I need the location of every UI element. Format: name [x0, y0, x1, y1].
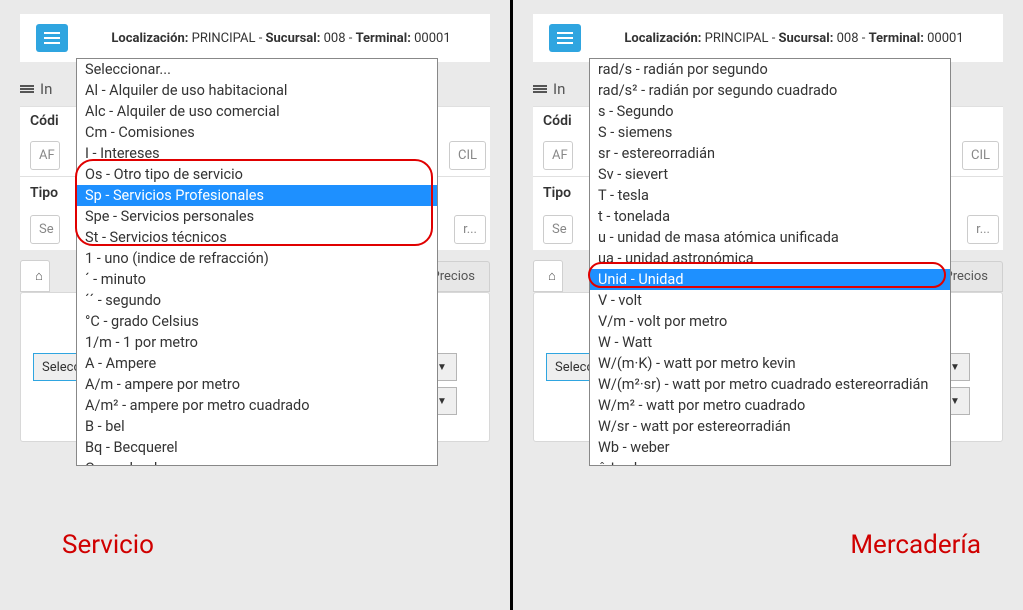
dropdown-option[interactable]: s - Segundo	[590, 101, 950, 122]
dropdown-option[interactable]: Bq - Becquerel	[77, 437, 437, 458]
header-text: Localización: PRINCIPAL - Sucursal: 008 …	[88, 31, 474, 46]
dropdown-option[interactable]: 1 - uno (indice de refracción)	[77, 248, 437, 269]
dropdown-option[interactable]: Spe - Servicios personales	[77, 206, 437, 227]
dropdown-option[interactable]: Alc - Alquiler de uso comercial	[77, 101, 437, 122]
cil-field[interactable]: CIL	[962, 141, 999, 170]
dropdown-option[interactable]: Sv - sievert	[590, 164, 950, 185]
dropdown-option[interactable]: Unid - Unidad	[590, 269, 950, 290]
annotation-right: Mercadería	[850, 530, 981, 560]
dropdown-option[interactable]: u - unidad de masa atómica unificada	[590, 227, 950, 248]
dropdown-panel-left: Seleccionar...Al - Alquiler de uso habit…	[76, 58, 438, 466]
r-select[interactable]: r...	[454, 215, 486, 244]
dropdown-option[interactable]: Os - Otro tipo de servicio	[77, 164, 437, 185]
dropdown-list-left[interactable]: Seleccionar...Al - Alquiler de uso habit…	[77, 59, 437, 465]
dropdown-option[interactable]: T - tesla	[590, 185, 950, 206]
af-input[interactable]: AF	[30, 141, 60, 170]
tipo-label: Tipo	[30, 185, 58, 201]
header-text: Localización: PRINCIPAL - Sucursal: 008 …	[601, 31, 987, 46]
dropdown-option[interactable]: ua - unidad astronómica	[590, 248, 950, 269]
dropdown-option[interactable]: V - volt	[590, 290, 950, 311]
dropdown-option[interactable]: Sp - Servicios Profesionales	[77, 185, 437, 206]
tipo-label: Tipo	[543, 185, 571, 201]
dropdown-panel-right: rad/s - radián por segundorad/s² - radiá…	[589, 58, 951, 466]
dropdown-option[interactable]: I - Intereses	[77, 143, 437, 164]
menu-button[interactable]	[36, 24, 68, 52]
dropdown-option[interactable]: Seleccionar...	[77, 59, 437, 80]
annotation-left: Servicio	[62, 530, 154, 560]
menu-button[interactable]	[549, 24, 581, 52]
dropdown-option[interactable]: °C - grado Celsius	[77, 311, 437, 332]
dropdown-option[interactable]: â„¦ - ohm	[590, 458, 950, 465]
dropdown-option[interactable]: W/sr - watt por estereorradián	[590, 416, 950, 437]
se-select[interactable]: Se	[543, 215, 573, 244]
dropdown-option[interactable]: C - coulomb	[77, 458, 437, 465]
list-icon	[533, 84, 547, 94]
codigo-label: Códi	[543, 113, 572, 129]
dropdown-option[interactable]: ´ - minuto	[77, 269, 437, 290]
dropdown-option[interactable]: sr - estereorradián	[590, 143, 950, 164]
dropdown-option[interactable]: A/m - ampere por metro	[77, 374, 437, 395]
dropdown-option[interactable]: W - Watt	[590, 332, 950, 353]
tab-home[interactable]: ⌂	[20, 260, 50, 292]
dropdown-list-right[interactable]: rad/s - radián por segundorad/s² - radiá…	[590, 59, 950, 465]
dropdown-option[interactable]: A/m² - ampere por metro cuadrado	[77, 395, 437, 416]
dropdown-option[interactable]: 1/m - 1 por metro	[77, 332, 437, 353]
dropdown-option[interactable]: S - siemens	[590, 122, 950, 143]
dropdown-option[interactable]: rad/s² - radián por segundo cuadrado	[590, 80, 950, 101]
dropdown-option[interactable]: V/m - volt por metro	[590, 311, 950, 332]
dropdown-option[interactable]: ´´ - segundo	[77, 290, 437, 311]
se-select[interactable]: Se	[30, 215, 60, 244]
dropdown-option[interactable]: St - Servicios técnicos	[77, 227, 437, 248]
right-pane: Localización: PRINCIPAL - Sucursal: 008 …	[513, 0, 1023, 610]
header-bar: Localización: PRINCIPAL - Sucursal: 008 …	[20, 14, 490, 62]
dropdown-option[interactable]: W/(m²·sr) - watt por metro cuadrado este…	[590, 374, 950, 395]
dropdown-option[interactable]: Al - Alquiler de uso habitacional	[77, 80, 437, 101]
dropdown-option[interactable]: Cm - Comisiones	[77, 122, 437, 143]
cil-field[interactable]: CIL	[449, 141, 486, 170]
dropdown-option[interactable]: t - tonelada	[590, 206, 950, 227]
r-select[interactable]: r...	[967, 215, 999, 244]
dropdown-option[interactable]: A - Ampere	[77, 353, 437, 374]
codigo-label: Códi	[30, 113, 59, 129]
dropdown-option[interactable]: Wb - weber	[590, 437, 950, 458]
dropdown-option[interactable]: rad/s - radián por segundo	[590, 59, 950, 80]
tab-home[interactable]: ⌂	[533, 260, 563, 292]
dropdown-option[interactable]: B - bel	[77, 416, 437, 437]
dropdown-option[interactable]: W/m² - watt por metro cuadrado	[590, 395, 950, 416]
af-input[interactable]: AF	[543, 141, 573, 170]
list-icon	[20, 84, 34, 94]
left-pane: Localización: PRINCIPAL - Sucursal: 008 …	[0, 0, 510, 610]
header-bar: Localización: PRINCIPAL - Sucursal: 008 …	[533, 14, 1003, 62]
dropdown-option[interactable]: W/(m·K) - watt por metro kevin	[590, 353, 950, 374]
